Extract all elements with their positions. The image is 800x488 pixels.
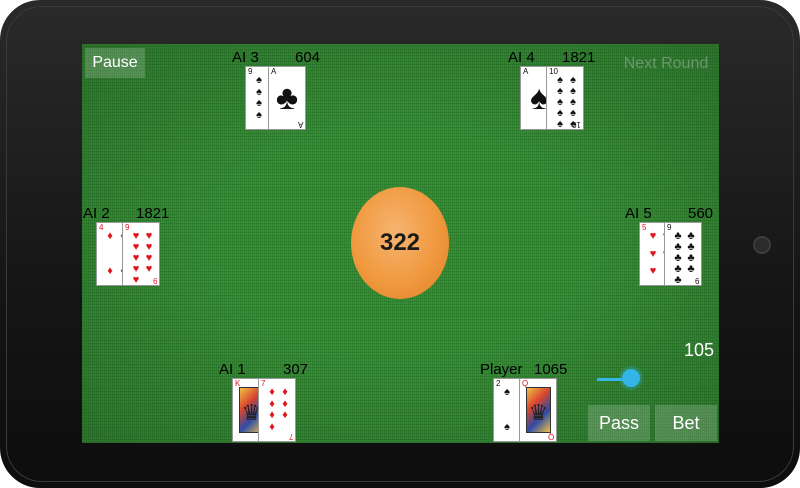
player-name: Player [480,361,523,378]
ai2-chips: 1821 [136,205,170,222]
ai5-chips: 560 [688,205,714,222]
bet-slider-thumb[interactable] [622,369,640,387]
tablet-frame: Pause Next Round AI 3 604 9 ♠♠♠♠♠♠♠♠ 9 A… [0,0,800,488]
card-rank: Q [547,432,554,441]
ai1-card-2: 7 ♦ ♦ ♦ ♦ ♦ ♦ ♦ 7 [258,378,296,442]
ai3-name: AI 3 [232,49,259,66]
card-rank: 9 [694,276,699,285]
card-rank: 9 [125,223,130,232]
ai4-card-2: 10 ♠ ♠ ♠ ♠ ♠ ♠ ♠ ♠ ♠ ♠ 10 [546,66,584,130]
card-rank: 7 [261,379,266,388]
poker-table: Pause Next Round AI 3 604 9 ♠♠♠♠♠♠♠♠ 9 A… [82,44,719,443]
ai5-card-2: 9 ♣ ♣ ♣ ♣ ♣ ♣ ♣ ♣ ♣ 9 [664,222,702,286]
card-rank: 9 [152,276,157,285]
next-round-button[interactable]: Next Round [617,50,715,78]
card-rank: A [523,67,529,76]
club-icon: ♣ [275,79,299,117]
bet-amount: 105 [684,340,715,360]
ai5-name: AI 5 [625,205,652,222]
player-card-2: Q Q [519,378,557,442]
card-rank: A [271,67,277,76]
pause-button[interactable]: Pause [85,48,145,78]
player-chips: 1065 [534,361,568,378]
ai4-name: AI 4 [508,49,535,66]
card-rank: 7 [288,432,293,441]
card-rank: 5 [642,223,647,232]
card-rank: 9 [667,223,672,232]
ai1-name: AI 1 [219,361,246,378]
pot-chip: 322 [351,187,449,299]
bet-button[interactable]: Bet [655,405,717,441]
ai2-name: AI 2 [83,205,110,222]
ai3-chips: 604 [295,49,321,66]
card-rank: 10 [572,120,581,129]
ai1-chips: 307 [283,361,309,378]
card-rank: A [297,120,303,129]
queen-face-icon [526,387,551,433]
camera-icon [753,236,771,254]
pass-button[interactable]: Pass [588,405,650,441]
ai2-card-2: 9 ♥ ♥ ♥ ♥ ♥ ♥ ♥ ♥ ♥ 9 [122,222,160,286]
ai3-card-2: A ♣ A [268,66,306,130]
card-rank: 4 [99,223,104,232]
ai4-chips: 1821 [562,49,596,66]
card-rank: 9 [248,67,253,76]
card-rank: 2 [496,379,501,388]
